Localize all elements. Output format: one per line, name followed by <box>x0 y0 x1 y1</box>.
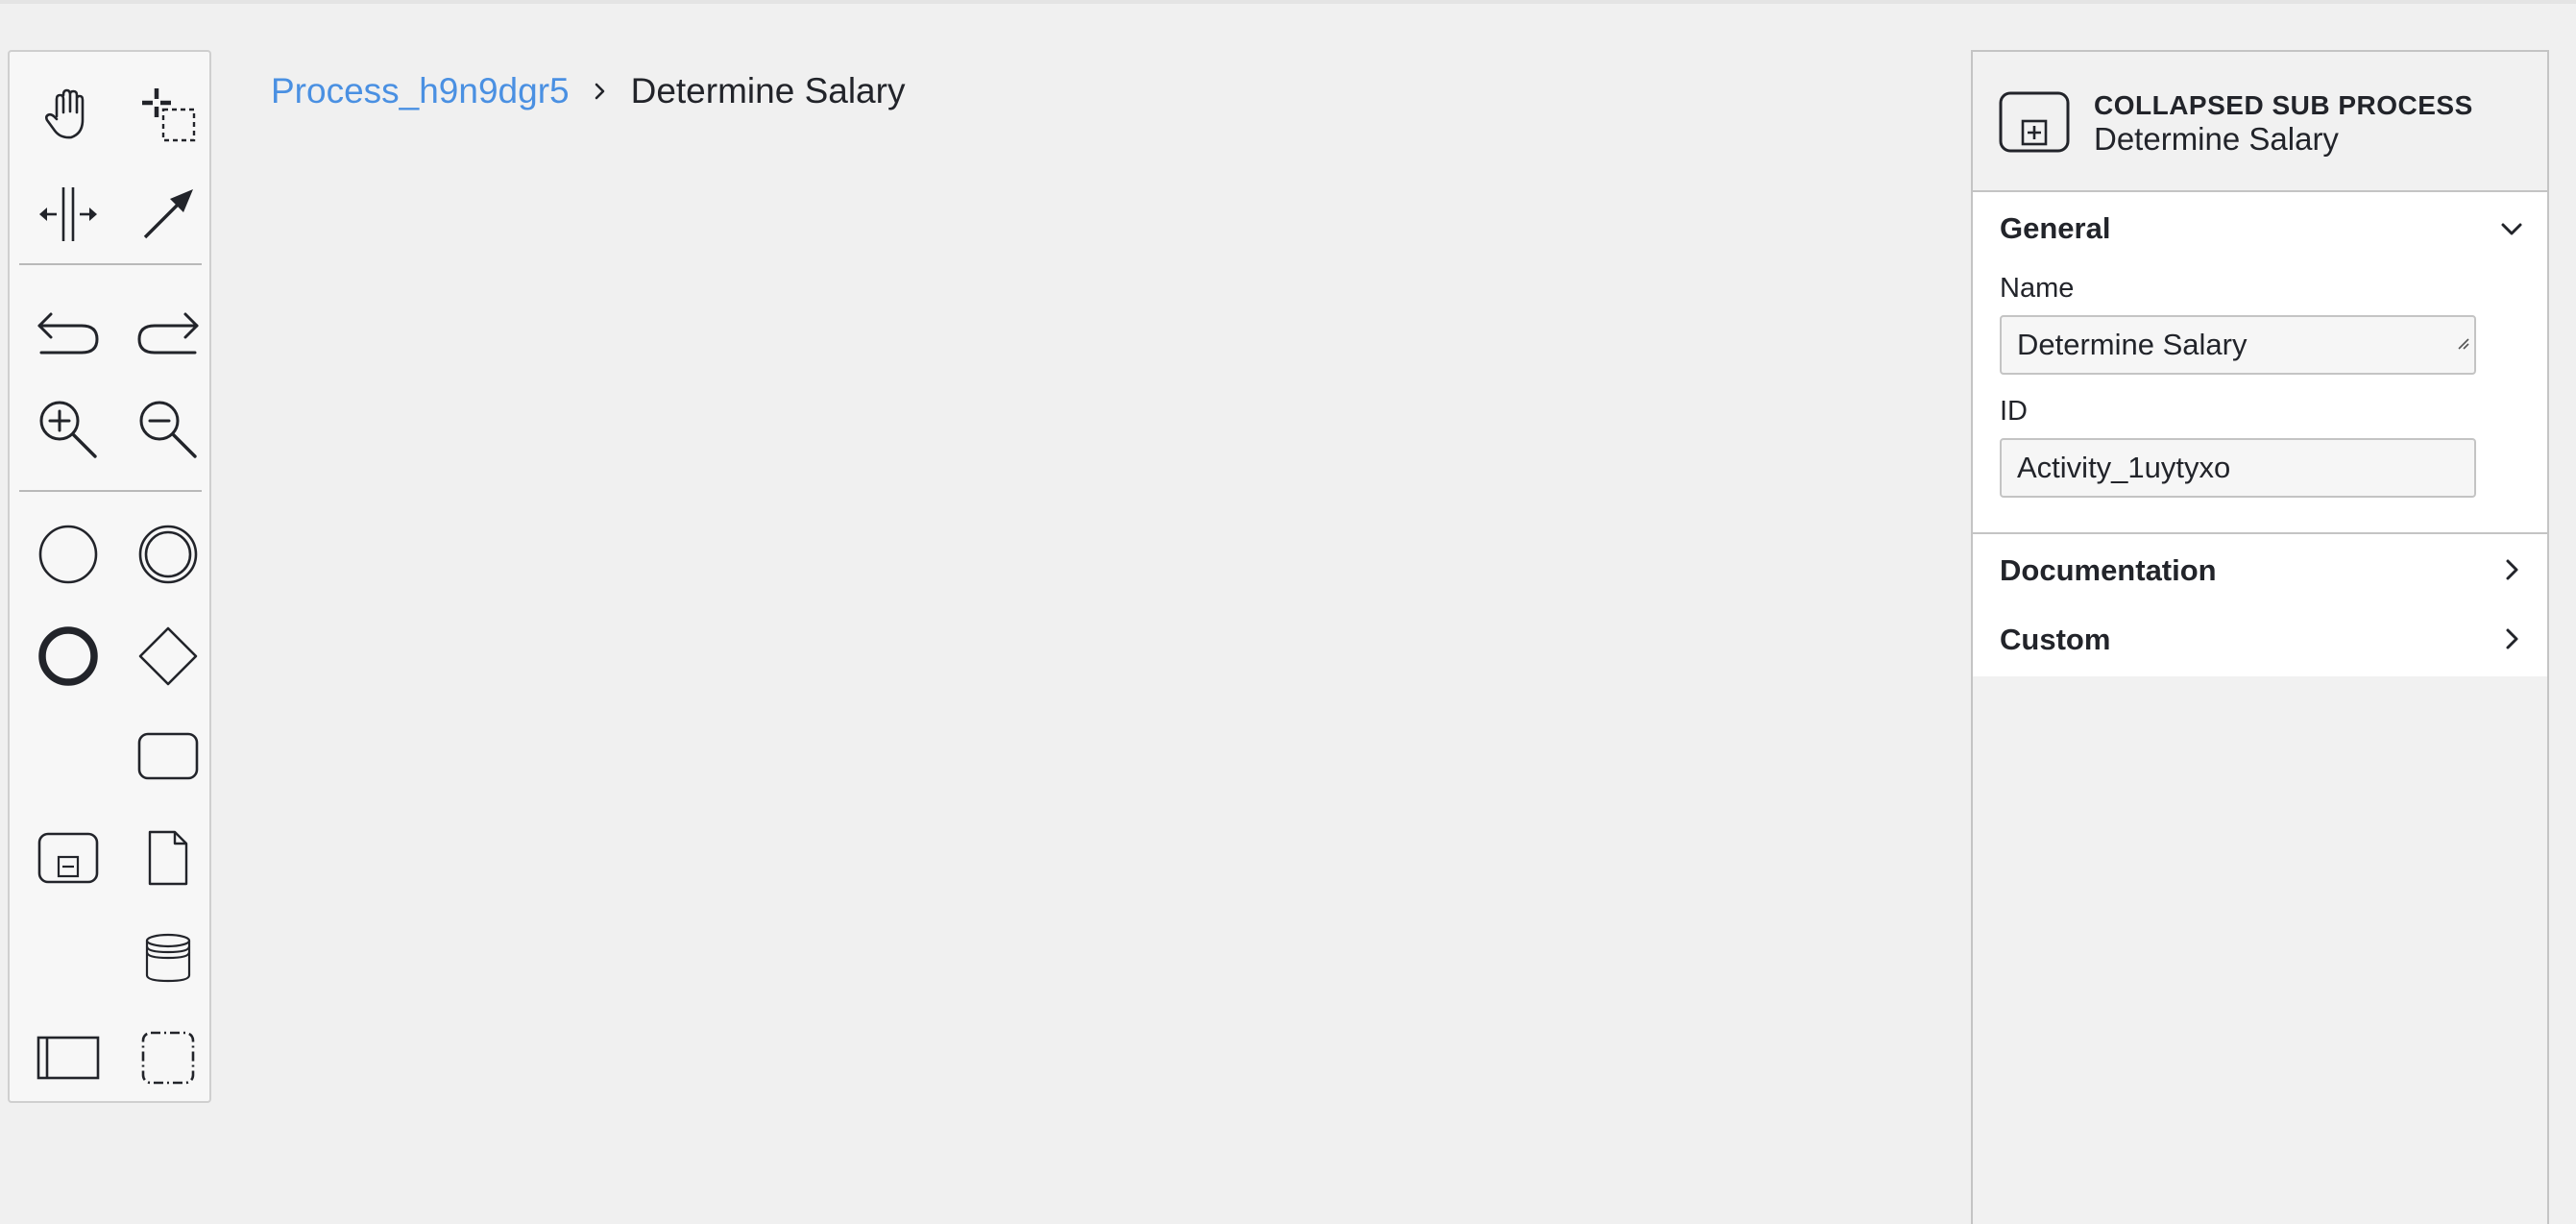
name-field[interactable]: Determine Salary <box>2000 315 2476 375</box>
create-end-event[interactable] <box>27 615 109 698</box>
panel-groups: General Name Determine Salary ID Documen… <box>1973 192 2547 676</box>
name-field-label: Name <box>2000 273 2075 304</box>
create-data-object[interactable] <box>127 817 209 899</box>
breadcrumb-root-link[interactable]: Process_h9n9dgr5 <box>271 69 570 113</box>
group-custom-header[interactable]: Custom <box>2000 623 2110 657</box>
hand-icon <box>44 88 85 139</box>
group-custom[interactable]: Custom <box>1973 605 2547 676</box>
gateway-icon <box>138 626 198 686</box>
create-intermediate-event[interactable] <box>127 513 209 596</box>
create-gateway[interactable] <box>127 615 209 698</box>
breadcrumb: Process_h9n9dgr5 Determine Salary <box>271 69 905 113</box>
intermediate-event-icon <box>138 525 198 584</box>
zoom-out-icon <box>139 401 197 458</box>
window-top-border <box>0 0 2576 4</box>
create-pool[interactable] <box>27 1016 109 1099</box>
id-field-label: ID <box>2000 396 2028 427</box>
tool-palette <box>8 50 211 1103</box>
id-field[interactable] <box>2000 438 2476 498</box>
zoom-in-icon <box>39 401 97 458</box>
palette-separator <box>19 263 202 265</box>
chevron-right-icon <box>593 81 608 102</box>
group-documentation[interactable]: Documentation <box>1973 534 2547 605</box>
participant-icon <box>36 1036 100 1080</box>
global-connect-tool[interactable] <box>127 173 209 256</box>
create-task[interactable] <box>127 715 209 797</box>
undo-icon <box>37 312 99 355</box>
panel-header: COLLAPSED SUB PROCESS Determine Salary <box>1973 52 2547 192</box>
data-store-icon <box>145 933 191 983</box>
element-type-label: COLLAPSED SUB PROCESS <box>2094 90 2473 120</box>
group-general-header[interactable]: General <box>2000 211 2110 246</box>
create-start-event[interactable] <box>27 513 109 596</box>
undo-button[interactable] <box>27 292 109 375</box>
element-name-label: Determine Salary <box>2094 121 2339 157</box>
chevron-right-icon[interactable] <box>2497 624 2526 658</box>
zoom-out-button[interactable] <box>127 388 209 471</box>
name-field-value: Determine Salary <box>2017 328 2248 361</box>
subprocess-collapsed-icon <box>37 832 99 884</box>
space-tool[interactable] <box>27 173 109 256</box>
redo-icon <box>137 312 199 355</box>
resize-handle-icon[interactable] <box>2455 313 2470 369</box>
zoom-in-button[interactable] <box>27 388 109 471</box>
end-event-icon <box>38 626 98 686</box>
create-data-store[interactable] <box>127 917 209 999</box>
group-general: General Name Determine Salary ID <box>1973 192 2547 534</box>
hand-tool[interactable] <box>27 73 109 156</box>
group-documentation-header[interactable]: Documentation <box>2000 553 2217 588</box>
breadcrumb-current: Determine Salary <box>630 71 906 110</box>
data-object-icon <box>148 830 188 886</box>
chevron-down-icon[interactable] <box>2497 215 2526 249</box>
group-icon <box>141 1031 195 1085</box>
task-icon <box>137 732 199 780</box>
redo-button[interactable] <box>127 292 209 375</box>
create-subprocess[interactable] <box>27 817 109 899</box>
create-group[interactable] <box>127 1016 209 1099</box>
lasso-icon <box>142 88 196 142</box>
connect-arrow-icon <box>143 189 193 239</box>
collapsed-subprocess-icon <box>1998 90 2071 159</box>
start-event-icon <box>38 525 98 584</box>
palette-separator <box>19 490 202 492</box>
chevron-right-icon[interactable] <box>2497 555 2526 589</box>
lasso-tool[interactable] <box>127 73 209 156</box>
space-icon <box>39 187 97 241</box>
properties-panel: COLLAPSED SUB PROCESS Determine Salary G… <box>1971 50 2549 1224</box>
